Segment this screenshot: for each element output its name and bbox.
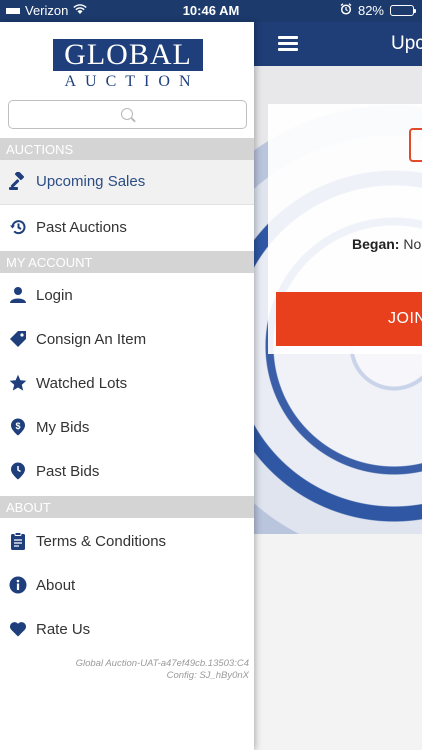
alarm-icon — [340, 3, 352, 18]
status-bar: Verizon 10:46 AM 82% — [0, 0, 422, 22]
clock-pin-icon — [9, 462, 27, 480]
section-my-account: MY ACCOUNT — [0, 251, 254, 273]
logo-top-text: GLOBAL — [53, 39, 203, 71]
began-label: Began: — [352, 236, 400, 252]
svg-text:$: $ — [15, 421, 20, 431]
config-line: Config: SJ_hBy0nX — [166, 670, 249, 681]
menu-item-label: About — [36, 577, 76, 594]
menu-item-my-bids[interactable]: $ My Bids — [0, 406, 254, 450]
background-header: Upc — [254, 22, 422, 66]
menu-item-consign[interactable]: Consign An Item — [0, 318, 254, 362]
history-icon — [9, 218, 27, 236]
clipboard-icon — [9, 532, 27, 550]
battery-icon — [390, 5, 416, 16]
menu-item-label: Watched Lots — [36, 375, 128, 392]
menu-item-label: My Bids — [36, 419, 90, 436]
background-title: Upc — [391, 33, 422, 54]
menu-item-label: Past Bids — [36, 463, 100, 480]
navigation-drawer: GLOBAL AUCTION AUCTIONS Upcoming Sales P… — [0, 22, 254, 750]
join-button[interactable]: JOIN — [276, 292, 422, 346]
menu-item-watched-lots[interactable]: Watched Lots — [0, 362, 254, 406]
menu-item-label: Consign An Item — [36, 331, 147, 348]
menu-item-past-bids[interactable]: Past Bids — [0, 450, 254, 494]
search-field[interactable] — [8, 100, 247, 129]
menu-item-label: Rate Us — [36, 621, 91, 638]
tag-icon — [9, 330, 27, 348]
section-auctions: AUCTIONS — [0, 138, 254, 160]
menu-item-about[interactable]: About — [0, 564, 254, 608]
version-line: Global Auction-UAT-a47ef49cb.13503:C4 — [75, 658, 249, 669]
search-input[interactable] — [9, 101, 246, 128]
menu-item-past-auctions[interactable]: Past Auctions — [0, 206, 254, 250]
section-about: ABOUT — [0, 496, 254, 518]
menu-item-rate-us[interactable]: Rate Us — [0, 608, 254, 652]
menu-item-label: Past Auctions — [36, 219, 127, 236]
version-info: Global Auction-UAT-a47ef49cb.13503:C4 Co… — [29, 658, 249, 682]
menu-item-upcoming-sales[interactable]: Upcoming Sales — [0, 160, 254, 204]
battery-percent: 82% — [357, 3, 384, 18]
background-screen: Upc Began: No JOIN — [254, 22, 422, 750]
logo-bottom-text: AUCTION — [64, 73, 200, 90]
menu-item-label: Login — [36, 287, 73, 304]
menu-item-label: Terms & Conditions — [36, 533, 167, 550]
status-right: 82% — [340, 3, 416, 18]
global-auction-logo: GLOBAL AUCTION — [53, 39, 203, 90]
hamburger-menu-icon[interactable] — [278, 36, 298, 52]
dollar-pin-icon: $ — [9, 418, 27, 436]
menu-item-terms[interactable]: Terms & Conditions — [0, 520, 254, 564]
date-badge — [409, 128, 422, 162]
info-icon — [9, 576, 27, 594]
star-icon — [9, 374, 27, 392]
gavel-icon — [9, 172, 27, 190]
began-text: Began: No — [352, 236, 421, 252]
user-icon — [9, 286, 27, 304]
began-value: No — [403, 236, 422, 252]
heart-icon — [9, 620, 27, 638]
menu-item-login[interactable]: Login — [0, 274, 254, 318]
menu-item-label: Upcoming Sales — [36, 173, 146, 190]
